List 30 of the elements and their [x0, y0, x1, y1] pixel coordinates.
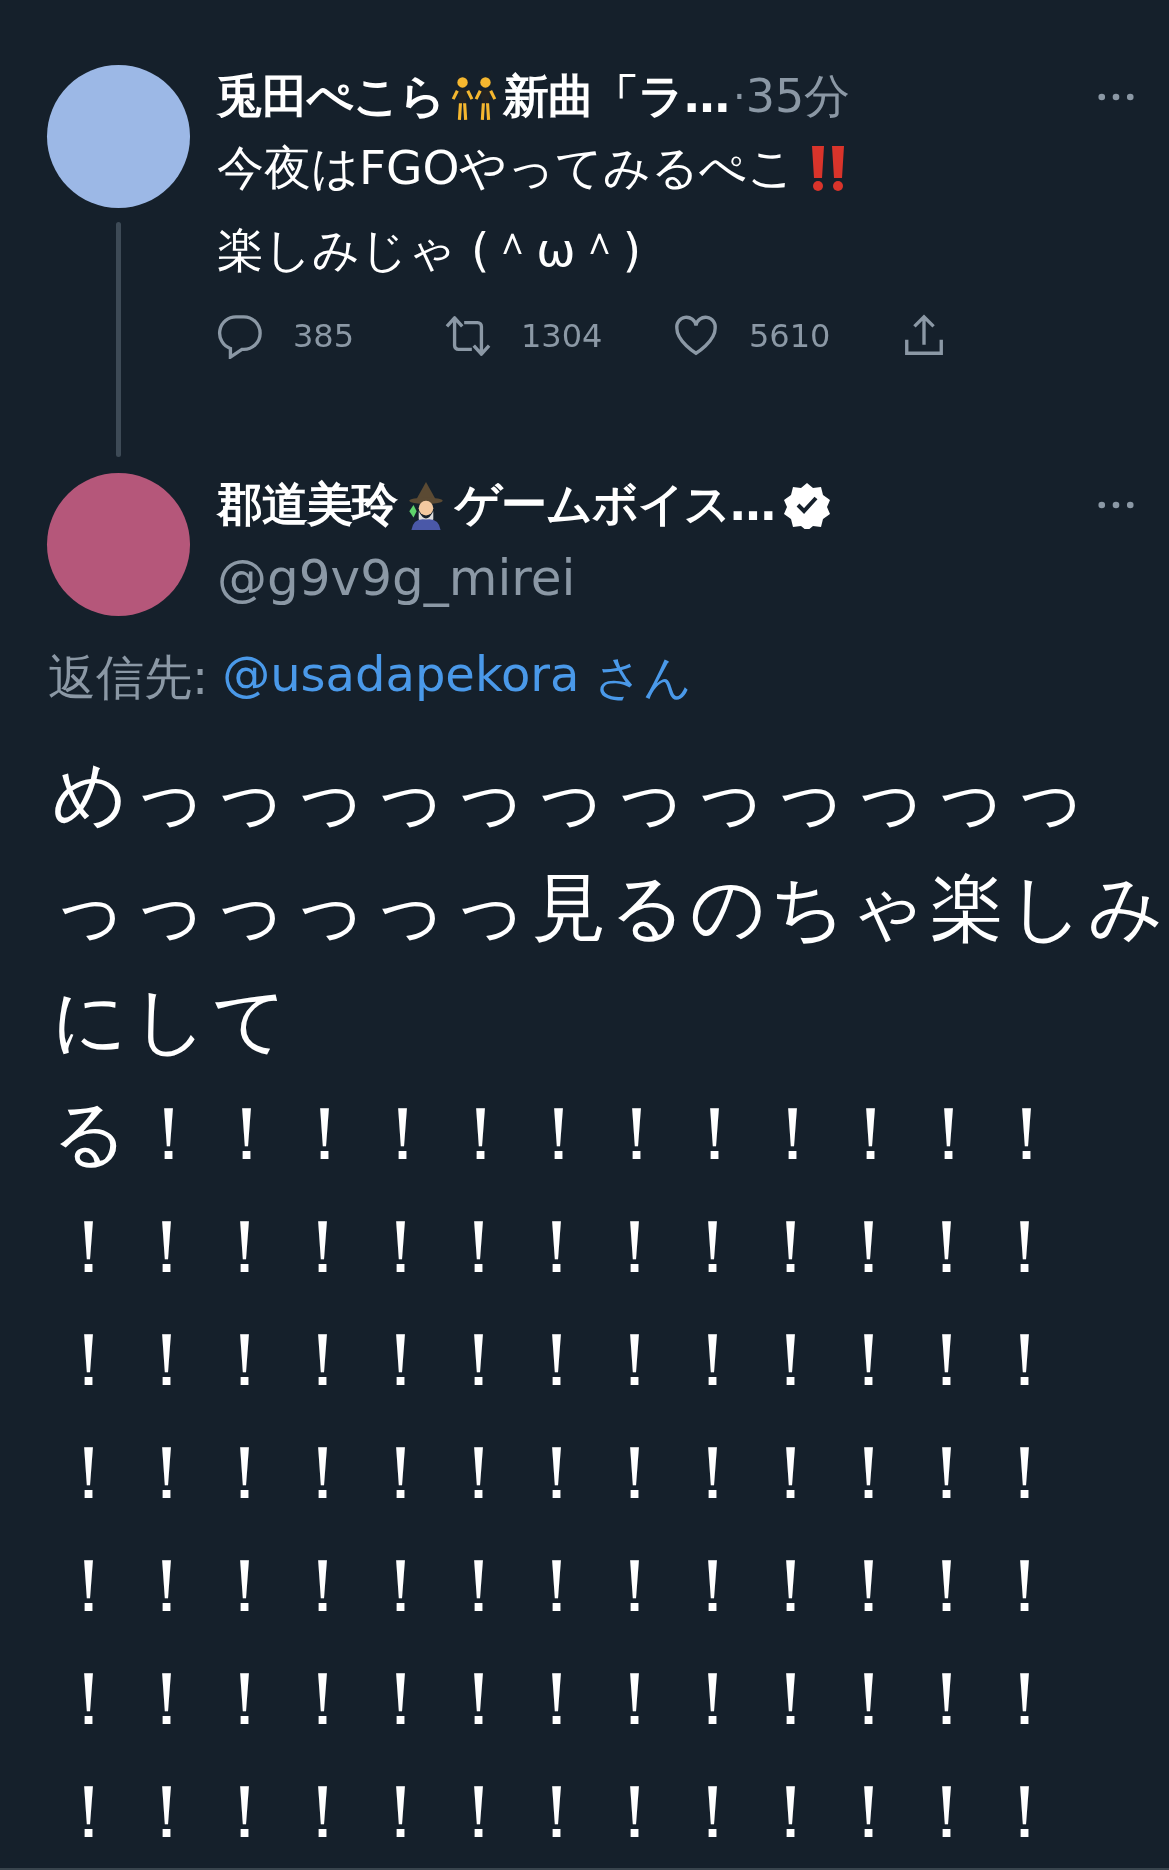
reply-text-line: ！！！！！！！！！！！！！ — [52, 1315, 1067, 1404]
retweet-icon[interactable] — [445, 313, 491, 359]
display-name[interactable]: 新曲「ラ… — [503, 66, 729, 128]
reply-text-line: ！！！！！！！！！！！！！ — [52, 1654, 1067, 1743]
mention-link[interactable]: @usadapekora — [222, 646, 580, 710]
dancers-icon — [449, 72, 499, 122]
timestamp[interactable]: 35分 — [745, 66, 851, 128]
reply-text-line: めっっっっっっっっっっっっ — [52, 750, 1093, 839]
stat-count: 385 — [293, 317, 355, 355]
reply-text-line: ！！！！！！！！！！！！！ — [52, 1202, 1067, 1291]
reply-text-line: ！！！！！！！！！！！！！ — [52, 1428, 1067, 1517]
display-name[interactable]: 兎田ぺこら — [217, 66, 445, 128]
reply-label: 返信先: — [48, 648, 209, 707]
more-icon[interactable] — [1097, 92, 1135, 102]
reply-text-line: っっっっっっ見るのちゃ楽しみ — [52, 863, 1169, 952]
stat-count: 5610 — [749, 317, 831, 355]
tweet-text: 今夜はFGOやってみるぺこ — [217, 138, 796, 197]
separator: · — [733, 74, 746, 120]
reply-icon[interactable] — [217, 313, 263, 359]
more-icon[interactable] — [1097, 500, 1135, 510]
reply-text-line: にして — [52, 976, 293, 1065]
display-name[interactable]: 郡道美玲 — [217, 474, 397, 536]
tweet-text: 楽しみじゃ (＾ω＾) — [217, 220, 641, 279]
reply-text-line: ！！！！！！！！！！！！！ — [52, 1541, 1067, 1630]
display-name[interactable]: ゲームボイス… — [455, 474, 775, 536]
username[interactable]: @g9v9g_mirei — [217, 549, 1135, 607]
stat-count: 1304 — [521, 317, 603, 355]
reply-text-line: る！！！！！！！！！！！！ — [52, 1089, 1069, 1178]
reply-suffix: さん — [593, 648, 692, 707]
reply-text-line: ！！！！！！！！！！！！！ — [52, 1767, 1067, 1856]
